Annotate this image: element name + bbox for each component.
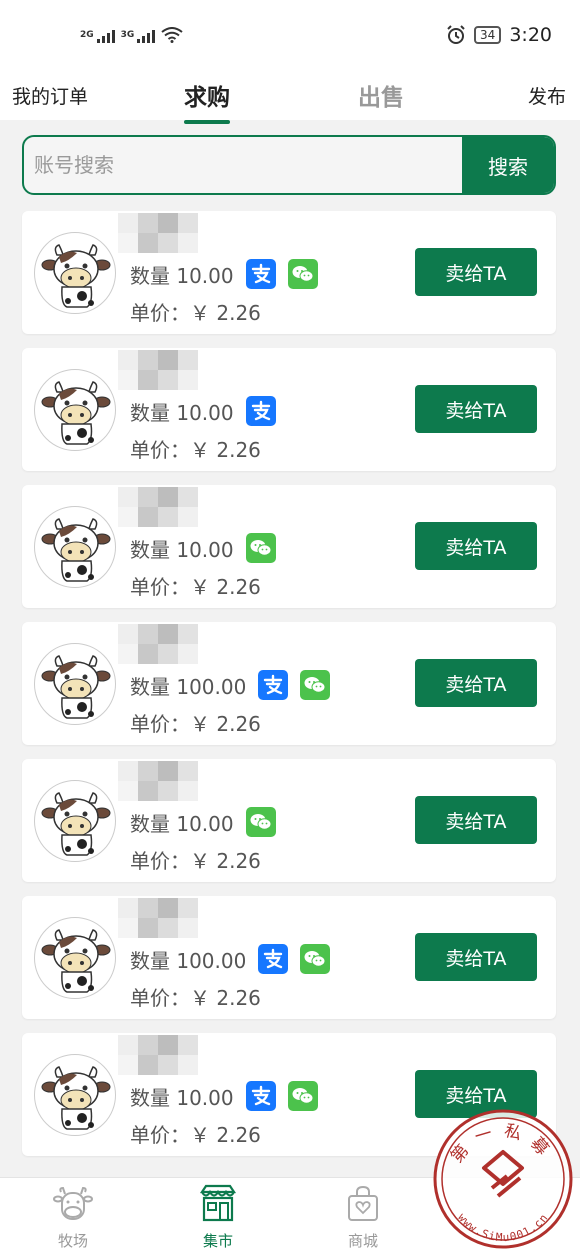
- user-name-blurred: [118, 624, 198, 664]
- cow-avatar-icon: [34, 917, 116, 999]
- unit-price-label: 单价：￥ 2.26: [130, 301, 261, 325]
- cow-icon: [53, 1186, 93, 1220]
- signal-2g-icon: 2G: [80, 30, 115, 43]
- wechat-icon: [245, 807, 276, 837]
- wifi-icon: [161, 27, 183, 43]
- bottom-nav-ranch-label: 牧场: [57, 1232, 88, 1250]
- cow-avatar-icon: [34, 780, 116, 862]
- list-item: 数量 10.00 单价：￥ 2.26 卖给TA: [22, 348, 556, 471]
- wechat-icon: [245, 533, 276, 563]
- cow-avatar-icon: [34, 369, 116, 451]
- signal-3g-icon: 3G: [121, 30, 156, 43]
- quantity-label: 数量 10.00: [130, 1085, 234, 1110]
- bottom-nav-mall[interactable]: 商城: [323, 1184, 403, 1251]
- alipay-icon: [258, 944, 289, 974]
- bottom-nav-mall-label: 商城: [347, 1232, 378, 1250]
- unit-price-label: 单价：￥ 2.26: [130, 575, 261, 599]
- store-icon: [199, 1184, 237, 1222]
- alipay-icon: [245, 1081, 276, 1111]
- wechat-icon: [287, 259, 318, 289]
- tab-sell[interactable]: 出售: [358, 78, 404, 112]
- quantity-label: 数量 10.00: [130, 537, 234, 562]
- search-input[interactable]: [24, 137, 462, 193]
- quantity-label: 数量 10.00: [130, 400, 234, 425]
- watermark-seal-icon: 第一私募 www.SiMu001.cn: [433, 1109, 573, 1249]
- buy-request-list: 数量 10.00 单价：￥ 2.26 卖给TA 数量 10.00 单价：￥ 2.…: [22, 211, 556, 1170]
- list-item: 数量 100.00 单价：￥ 2.26 卖给TA: [22, 896, 556, 1019]
- unit-price-label: 单价：￥ 2.26: [130, 712, 261, 736]
- sell-to-button[interactable]: 卖给TA: [415, 796, 537, 844]
- publish-link[interactable]: 发布: [528, 82, 566, 109]
- quantity-label: 数量 10.00: [130, 263, 234, 288]
- cow-avatar-icon: [34, 1054, 116, 1136]
- list-item: 数量 10.00 单价：￥ 2.26 卖给TA: [22, 211, 556, 334]
- search-bar: 搜索: [22, 135, 556, 195]
- sell-to-button[interactable]: 卖给TA: [415, 659, 537, 707]
- user-name-blurred: [118, 350, 198, 390]
- wechat-icon: [287, 1081, 318, 1111]
- sell-to-button[interactable]: 卖给TA: [415, 248, 537, 296]
- shopping-bag-icon: [348, 1185, 378, 1221]
- user-name-blurred: [118, 761, 198, 801]
- bottom-nav-market-label: 集市: [202, 1232, 233, 1250]
- quantity-label: 数量 10.00: [130, 811, 234, 836]
- top-nav: 我的订单 求购 出售 发布: [0, 70, 580, 124]
- cow-avatar-icon: [34, 232, 116, 314]
- unit-price-label: 单价：￥ 2.26: [130, 1123, 261, 1147]
- user-name-blurred: [118, 487, 198, 527]
- tab-buy[interactable]: 求购: [184, 78, 230, 124]
- list-item: 数量 10.00 单价：￥ 2.26 卖给TA: [22, 485, 556, 608]
- unit-price-label: 单价：￥ 2.26: [130, 438, 261, 462]
- user-name-blurred: [118, 1035, 198, 1075]
- user-name-blurred: [118, 898, 198, 938]
- list-item: 数量 100.00 单价：￥ 2.26 卖给TA: [22, 622, 556, 745]
- quantity-label: 数量 100.00: [130, 948, 247, 973]
- sell-to-button[interactable]: 卖给TA: [415, 385, 537, 433]
- wechat-icon: [300, 670, 331, 700]
- alipay-icon: [258, 670, 289, 700]
- battery-indicator: 34: [474, 26, 502, 44]
- user-name-blurred: [118, 213, 198, 253]
- clock: 3:20: [509, 24, 552, 46]
- sell-to-button[interactable]: 卖给TA: [415, 522, 537, 570]
- wechat-icon: [300, 944, 331, 974]
- my-orders-link[interactable]: 我的订单: [12, 82, 88, 109]
- bottom-nav-ranch[interactable]: 牧场: [33, 1184, 113, 1251]
- alipay-icon: [245, 396, 276, 426]
- alarm-icon: [447, 25, 465, 44]
- quantity-label: 数量 100.00: [130, 674, 247, 699]
- unit-price-label: 单价：￥ 2.26: [130, 849, 261, 873]
- signal-indicators: 2G 3G: [80, 27, 183, 43]
- sell-to-button[interactable]: 卖给TA: [415, 933, 537, 981]
- cow-avatar-icon: [34, 506, 116, 588]
- list-item: 数量 10.00 单价：￥ 2.26 卖给TA: [22, 759, 556, 882]
- status-bar: 2G 3G 34 3:20: [0, 0, 580, 70]
- search-button[interactable]: 搜索: [462, 137, 554, 193]
- bottom-nav-market[interactable]: 集市: [178, 1184, 258, 1251]
- unit-price-label: 单价：￥ 2.26: [130, 986, 261, 1010]
- cow-avatar-icon: [34, 643, 116, 725]
- alipay-icon: [245, 259, 276, 289]
